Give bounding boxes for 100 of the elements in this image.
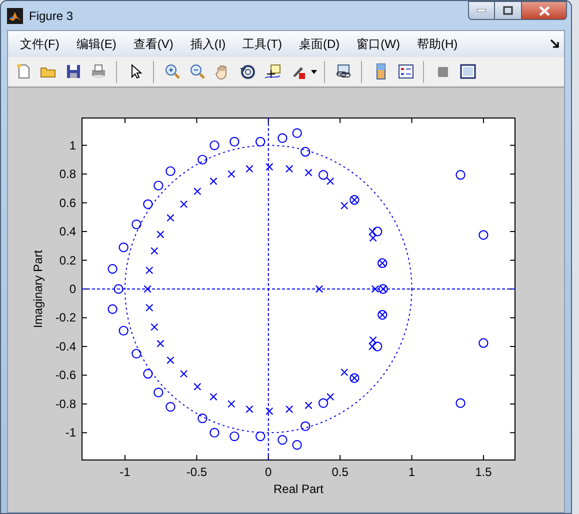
zero-marker [166,166,176,176]
restore-icon [503,6,513,15]
pole-marker [326,177,334,186]
data-cursor-icon [264,63,280,80]
pole-marker [210,177,218,186]
new-file-icon [14,63,32,80]
zero-marker [478,338,488,348]
pole-marker [285,165,294,173]
pole-marker [304,402,312,410]
pole-marker [304,168,312,176]
zero-marker [198,413,208,424]
zero-marker [210,140,220,150]
pole-marker [266,407,274,415]
zero-marker [300,146,310,157]
tick-label: -0.5 [186,465,208,479]
tick-label: 0.8 [59,167,76,182]
pole-marker [150,323,158,331]
zero-marker [372,226,382,236]
zero-marker [278,435,288,445]
zero-marker [114,284,124,294]
zero-marker [132,219,142,230]
zero-marker [478,230,488,240]
tick-label: -0.4 [55,339,76,354]
tick-label: 0.6 [59,196,76,210]
zero-marker [318,398,328,408]
menu-item[interactable]: 文件(F) [12,33,68,55]
pole-marker [228,170,236,178]
zero-marker [456,398,466,408]
printer-icon [90,63,106,80]
zero-marker [143,199,153,210]
zero-marker [256,136,266,147]
pole-marker [180,200,188,208]
pole-marker [285,405,294,413]
menu-item[interactable]: 查看(V) [125,33,182,55]
tick-label: 1 [69,138,76,152]
zero-marker [166,402,176,412]
axis-label: Imaginary Part [31,250,45,328]
pole-marker [266,163,274,171]
pole-marker [146,304,154,312]
zero-marker [292,440,302,450]
pole-marker [150,247,158,255]
zero-marker [108,304,118,314]
tick-label: -0.2 [55,310,76,325]
pole-marker [156,340,164,348]
maximize-button[interactable] [495,1,521,20]
zero-marker [372,342,382,352]
zero-marker [198,154,208,165]
menu-item[interactable]: 窗口(W) [348,33,408,55]
tick-label: 0.5 [332,465,348,479]
tick-label: 1.5 [475,465,492,479]
pole-marker [144,285,152,293]
zero-marker [132,348,142,359]
axis-label: Real Part [273,482,324,496]
menu-item[interactable]: 工具(T) [234,33,290,55]
tick-label: 1 [408,465,416,479]
zero-marker [118,242,128,252]
zero-marker [154,180,164,190]
tick-label: -0.6 [55,368,76,382]
pole-marker [246,405,254,413]
rotate-icon [238,63,256,80]
tick-label: -0.8 [55,396,76,411]
window-title: Figure 3 [29,8,74,24]
tick-label: 0.2 [59,253,76,268]
minimize-icon [477,9,486,12]
pole-marker [315,285,324,293]
pole-marker [166,356,174,364]
pole-marker [340,202,348,210]
pole-marker [228,400,236,408]
close-button[interactable] [521,1,567,20]
menu-item[interactable]: 桌面(D) [290,33,348,55]
zero-marker [456,170,466,180]
caret-icon[interactable] [311,70,317,74]
zero-marker [230,136,240,147]
pole-marker [180,370,188,378]
pole-marker [246,165,254,173]
pole-marker [210,392,218,401]
tick-label: -1 [65,426,76,440]
link-icon [334,63,352,80]
zero-marker [210,428,220,438]
zero-marker [300,421,310,432]
pole-marker [326,392,334,401]
menu-item[interactable]: 帮助(H) [408,33,466,55]
zero-marker [154,388,164,398]
tick-label: 0 [69,282,76,296]
tick-label: -1 [120,465,130,479]
pole-marker [340,368,348,376]
pole-marker [146,266,154,274]
menu-item[interactable]: 编辑(E) [68,33,124,55]
plot-tools-icon [458,63,476,80]
zero-marker [118,326,128,336]
zero-marker [278,133,288,143]
zero-marker [143,368,153,379]
zero-marker [256,431,266,442]
dock-arrow-icon[interactable] [550,39,560,49]
minimize-button[interactable] [468,1,495,20]
pole-marker [194,382,202,391]
zero-marker [318,170,328,180]
menu-item[interactable]: 插入(I) [182,33,234,55]
zero-marker [292,128,302,138]
pole-marker [194,187,202,196]
